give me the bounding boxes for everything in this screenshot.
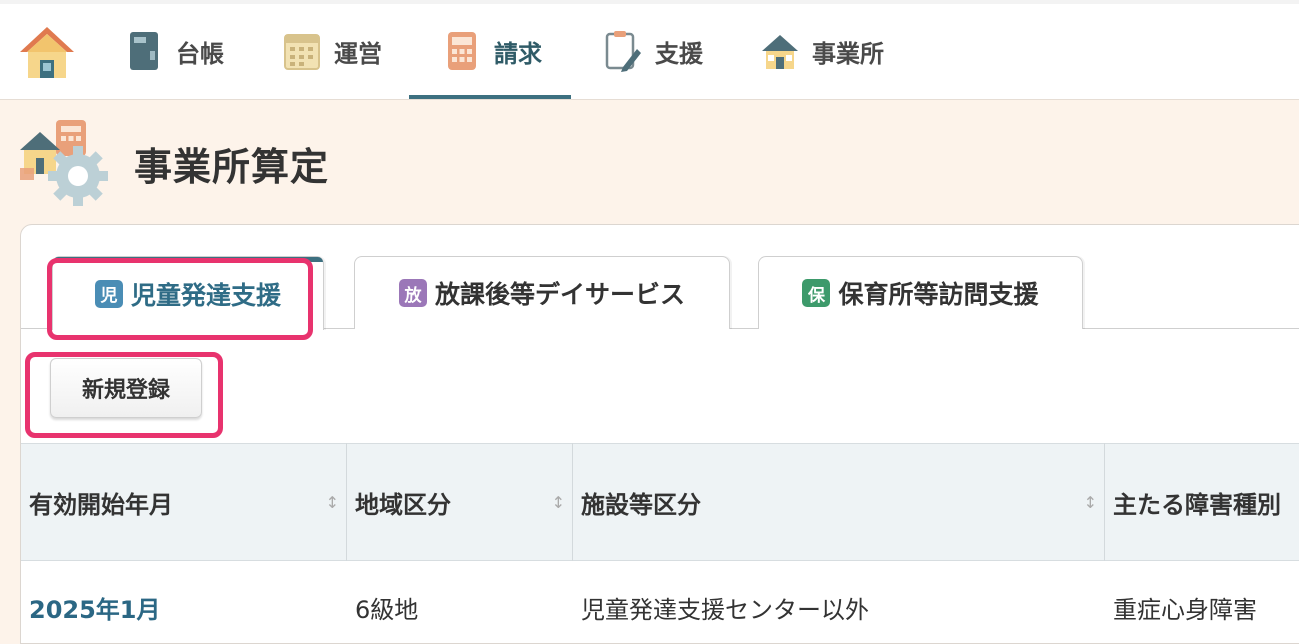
top-navigation: 台帳 運営 請求 支援 事業所 (0, 0, 1299, 100)
sort-icon: ↕ (325, 493, 339, 512)
table-cell-disability-type: 重症心身障害 (1113, 596, 1257, 624)
tab-badge: 保 (802, 279, 831, 307)
nav-operation-label: 運営 (334, 39, 382, 68)
column-header-label: 主たる障害種別 (1113, 490, 1281, 519)
calculator-icon (442, 29, 482, 73)
sort-icon: ↕ (551, 493, 565, 512)
column-header-label: 有効開始年月 (29, 490, 173, 519)
office-house-icon (760, 29, 800, 73)
tab-child-development-support[interactable]: 児 児童発達支援 (52, 256, 324, 330)
table-cell-start-month-link[interactable]: 2025年1月 (29, 590, 161, 625)
tab-label: 放課後等デイサービス (434, 280, 685, 309)
column-header-facility-type[interactable]: 施設等区分 ↕ (573, 443, 1105, 561)
tab-label: 保育所等訪問支援 (838, 280, 1039, 309)
ledger-icon (124, 29, 164, 73)
column-header-start-month[interactable]: 有効開始年月 ↕ (21, 443, 347, 561)
tab-nursery-visit-support[interactable]: 保 保育所等訪問支援 (758, 256, 1083, 329)
new-registration-button[interactable]: 新規登録 (50, 358, 202, 418)
nav-office-label: 事業所 (812, 39, 884, 68)
nav-support[interactable]: 支援 (603, 22, 703, 80)
tab-badge: 児 (94, 279, 123, 308)
nav-support-label: 支援 (655, 39, 703, 68)
office-settings-icon (18, 118, 110, 210)
column-header-region[interactable]: 地域区分 ↕ (347, 443, 573, 561)
tab-badge: 放 (398, 279, 427, 307)
nav-billing-label: 請求 (494, 39, 542, 68)
active-nav-indicator (409, 95, 571, 99)
tab-after-school-day-service[interactable]: 放 放課後等デイサービス (354, 256, 730, 329)
table-cell-facility-type: 児童発達支援センター以外 (581, 596, 869, 624)
tab-label: 児童発達支援 (130, 280, 281, 310)
page-title: 事業所算定 (134, 145, 330, 189)
calendar-icon (282, 29, 322, 73)
column-header-disability-type[interactable]: 主たる障害種別 (1105, 443, 1299, 561)
nav-office[interactable]: 事業所 (760, 22, 884, 80)
nav-operation[interactable]: 運営 (282, 22, 382, 80)
sort-icon: ↕ (1083, 493, 1097, 512)
column-header-label: 地域区分 (355, 490, 451, 519)
top-border (0, 0, 1299, 4)
column-header-label: 施設等区分 (581, 490, 701, 519)
home-icon[interactable] (18, 24, 76, 80)
nav-ledger[interactable]: 台帳 (124, 22, 224, 80)
table-cell-region: 6級地 (355, 596, 419, 624)
nav-billing[interactable]: 請求 (442, 22, 542, 80)
clipboard-pencil-icon (603, 29, 643, 73)
nav-ledger-label: 台帳 (176, 39, 224, 68)
